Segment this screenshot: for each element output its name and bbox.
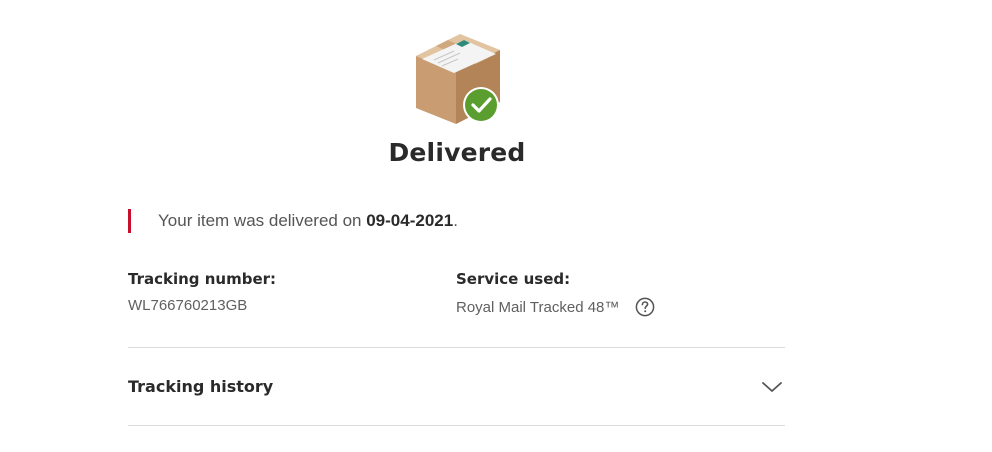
- accent-bar: [128, 209, 131, 233]
- tracking-history-toggle[interactable]: Tracking history: [128, 348, 785, 425]
- tracking-number-value: WL766760213GB: [128, 297, 248, 314]
- question-mark-icon[interactable]: [635, 297, 655, 317]
- tracking-number-block: Tracking number: WL766760213GB: [128, 270, 276, 314]
- chevron-down-icon[interactable]: [761, 380, 783, 394]
- service-used-label: Service used:: [456, 270, 571, 288]
- service-used-value: Royal Mail Tracked 48™: [456, 298, 620, 316]
- delivery-text: Your item was delivered on 09-04-2021.: [158, 211, 458, 231]
- status-title: Delivered: [388, 138, 526, 167]
- delivery-message: Your item was delivered on 09-04-2021.: [128, 208, 458, 234]
- service-used-block: Service used: Royal Mail Tracked 48™: [456, 270, 655, 317]
- delivery-text-prefix: Your item was delivered on: [158, 211, 367, 230]
- delivery-text-suffix: .: [453, 211, 458, 230]
- tracking-history-label: Tracking history: [128, 377, 274, 396]
- tracking-number-label: Tracking number:: [128, 270, 277, 288]
- parcel-delivered-icon: [416, 34, 500, 124]
- tracking-page: Delivered Your item was delivered on 09-…: [0, 0, 992, 452]
- divider: [128, 425, 785, 426]
- delivery-date: 09-04-2021: [366, 211, 454, 230]
